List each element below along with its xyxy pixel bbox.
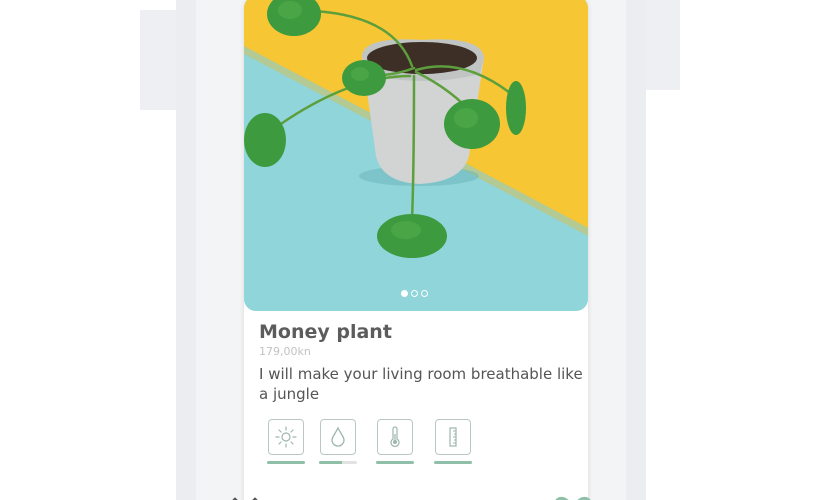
water-drop-icon bbox=[331, 426, 345, 447]
plant-price: 179,00kn bbox=[259, 345, 311, 358]
watering-level-bar bbox=[319, 461, 357, 464]
watering-level-fill bbox=[319, 461, 342, 464]
plant-description: I will make your living room breathable … bbox=[259, 365, 583, 403]
plant-photo[interactable] bbox=[244, 0, 588, 311]
height-level-bar bbox=[434, 461, 472, 464]
care-temperature[interactable] bbox=[376, 419, 414, 464]
sunlight-level-bar bbox=[267, 461, 305, 464]
sun-icon bbox=[275, 426, 297, 448]
temperature-level-bar bbox=[376, 461, 414, 464]
thermometer-icon bbox=[390, 426, 400, 447]
care-height[interactable] bbox=[434, 419, 472, 464]
dislike-button[interactable] bbox=[224, 493, 268, 500]
ruler-icon bbox=[449, 427, 457, 447]
sunlight-level-fill bbox=[267, 461, 305, 464]
plant-name: Money plant bbox=[259, 321, 392, 343]
temperature-level-fill bbox=[376, 461, 414, 464]
care-sunlight[interactable] bbox=[267, 419, 305, 464]
like-button[interactable] bbox=[552, 491, 594, 500]
heart-icon bbox=[555, 496, 591, 500]
plant-photo-image bbox=[244, 0, 588, 311]
carousel-dot[interactable] bbox=[421, 290, 428, 297]
carousel-dots bbox=[401, 290, 428, 297]
background-right-shape bbox=[640, 0, 680, 90]
carousel-dot[interactable] bbox=[411, 290, 418, 297]
dislike-icon bbox=[232, 497, 258, 500]
height-level-fill bbox=[434, 461, 472, 464]
care-watering[interactable] bbox=[319, 419, 357, 464]
plant-card[interactable]: Money plant 179,00kn I will make your li… bbox=[244, 0, 588, 500]
carousel-dot[interactable] bbox=[401, 290, 408, 297]
background-left-shape bbox=[140, 10, 180, 110]
